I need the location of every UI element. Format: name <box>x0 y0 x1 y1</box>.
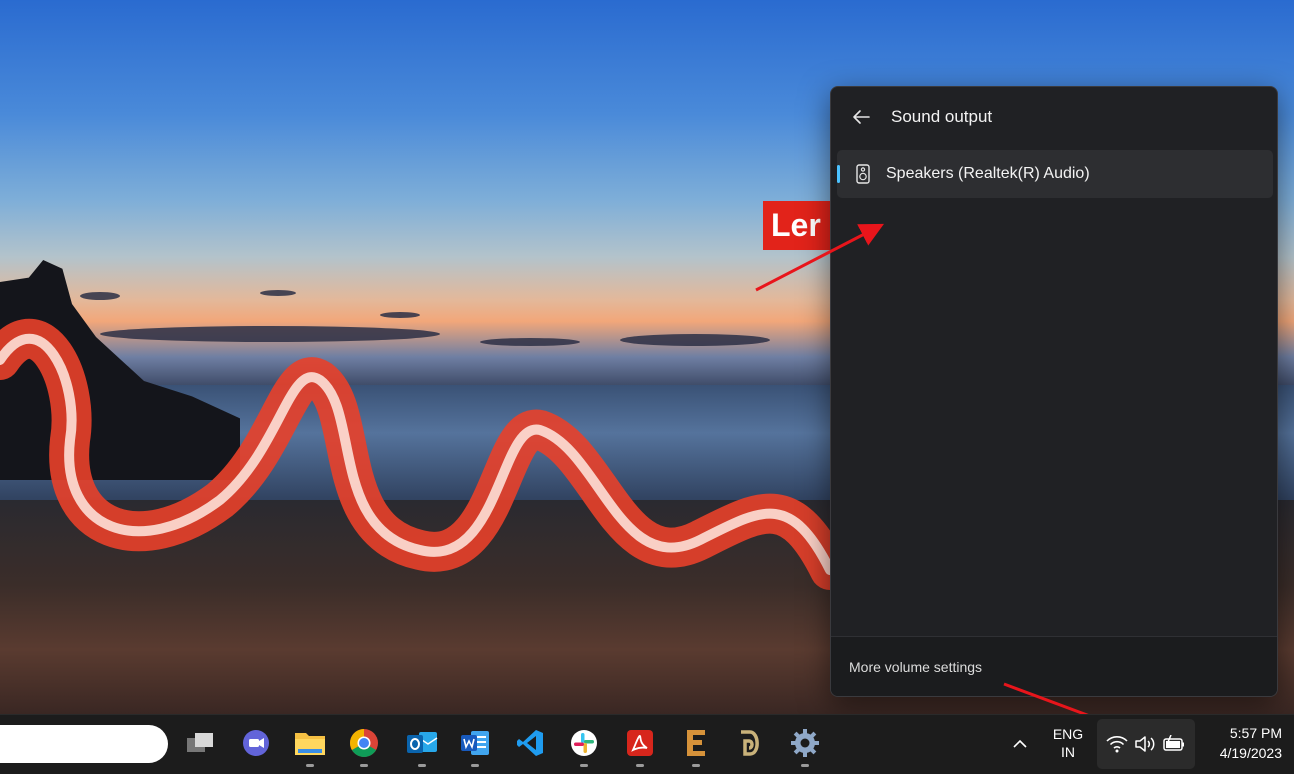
back-button[interactable] <box>839 95 883 139</box>
input-language-indicator[interactable]: ENG IN <box>1046 725 1090 763</box>
sound-output-flyout: Sound output Speakers (Realtek(R) Audio)… <box>830 86 1278 697</box>
taskbar-vscode[interactable] <box>510 723 550 763</box>
taskbar-settings[interactable] <box>785 723 825 767</box>
battery-charging-icon <box>1163 735 1184 751</box>
folder-icon <box>295 733 325 755</box>
taskbar-acrobat[interactable] <box>620 723 660 767</box>
flyout-title: Sound output <box>891 107 993 126</box>
chevron-up-icon <box>1013 739 1027 748</box>
taskbar-clock[interactable]: 5:57 PM 4/19/2023 <box>1200 723 1290 765</box>
letter-e-icon <box>687 730 705 756</box>
light-ribbon <box>0 318 830 590</box>
taskbar-slack[interactable] <box>564 723 604 767</box>
video-chat-icon <box>243 730 269 756</box>
language-code: ENG <box>1052 726 1084 742</box>
show-hidden-icons-button[interactable] <box>1008 729 1032 759</box>
arrow-left-icon <box>853 110 870 124</box>
flyout-header: Sound output <box>831 87 1277 147</box>
outlook-icon <box>407 732 438 753</box>
slack-icon <box>571 730 597 756</box>
taskbar-chrome[interactable] <box>344 723 384 767</box>
taskbar-app-d[interactable] <box>730 723 770 763</box>
volume-icon <box>1135 736 1155 752</box>
chrome-icon <box>350 729 378 757</box>
taskbar-app-e[interactable] <box>676 723 716 767</box>
clock-time: 5:57 PM <box>1229 725 1282 741</box>
word-icon <box>461 731 489 755</box>
vscode-icon <box>517 730 543 756</box>
taskbar-search-box[interactable] <box>0 725 168 763</box>
taskbar-task-view[interactable] <box>180 723 220 763</box>
more-volume-settings-link[interactable]: More volume settings <box>849 659 982 675</box>
flyout-footer: More volume settings <box>831 636 1277 696</box>
taskbar-video-chat[interactable] <box>236 723 276 763</box>
wifi-icon <box>1106 736 1128 753</box>
taskbar-outlook[interactable] <box>402 723 442 767</box>
device-label: Speakers (Realtek(R) Audio) <box>886 165 1090 182</box>
taskbar: ENG IN 5:57 PM 4/19/2023 <box>0 714 1294 774</box>
selected-indicator <box>837 165 840 183</box>
pdf-icon <box>627 730 653 756</box>
output-device-list: Speakers (Realtek(R) Audio) <box>837 150 1273 198</box>
task-view-icon <box>187 733 213 752</box>
letter-d-icon <box>741 730 759 756</box>
gear-icon <box>791 729 819 757</box>
brand-logo-fragment: Ler <box>763 201 830 250</box>
clock-date: 4/19/2023 <box>1219 745 1282 761</box>
taskbar-word[interactable] <box>455 723 495 767</box>
speaker-icon <box>852 163 874 185</box>
language-region: IN <box>1061 744 1075 760</box>
quick-settings-tray[interactable] <box>1097 719 1195 769</box>
taskbar-file-explorer[interactable] <box>290 723 330 767</box>
device-item-speakers[interactable]: Speakers (Realtek(R) Audio) <box>837 150 1273 198</box>
